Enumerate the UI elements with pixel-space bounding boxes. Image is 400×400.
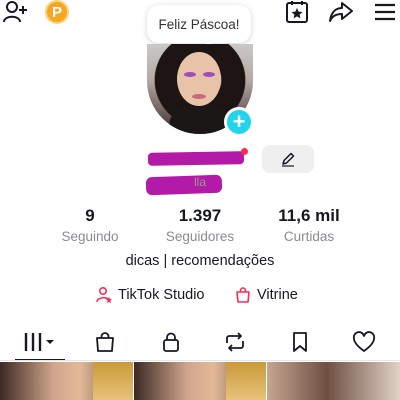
- likes-label: Curtidas: [283, 229, 335, 244]
- tab-liked[interactable]: [339, 326, 389, 358]
- heart-icon: [352, 331, 376, 352]
- profile-stats: 9 Seguindo 1.397 Seguidores 11,6 mil Cur…: [0, 206, 400, 244]
- video-thumbnail[interactable]: [267, 362, 400, 400]
- tiktok-studio-label: TikTok Studio: [118, 287, 205, 303]
- repost-icon: [226, 332, 244, 352]
- likes-count: 11,6 mil: [278, 206, 340, 225]
- tab-shop[interactable]: [80, 326, 130, 358]
- following-stat[interactable]: 9 Seguindo: [35, 206, 145, 244]
- pencil-icon: [282, 152, 295, 167]
- studio-person-icon: [96, 286, 112, 303]
- add-story-button[interactable]: +: [224, 107, 254, 137]
- video-grid: [0, 362, 400, 400]
- username-fragment: lla: [194, 175, 207, 189]
- tab-saved[interactable]: [275, 326, 325, 358]
- following-count: 9: [85, 206, 95, 225]
- notification-dot: [241, 148, 248, 155]
- videos-grid-icon: [24, 333, 54, 351]
- tab-private[interactable]: [146, 326, 196, 358]
- video-thumbnail[interactable]: [0, 362, 133, 400]
- profile-bio: dicas | recomendações: [125, 253, 275, 269]
- profile-links: TikTok Studio Vitrine: [0, 286, 400, 308]
- video-thumbnail[interactable]: [134, 362, 266, 400]
- tiktok-studio-link[interactable]: TikTok Studio: [95, 286, 205, 304]
- display-name: [147, 148, 248, 170]
- showcase-link[interactable]: Vitrine: [234, 286, 298, 304]
- add-user-icon[interactable]: [2, 0, 30, 24]
- shop-bag-icon: [236, 287, 250, 303]
- bookmark-icon: [293, 332, 307, 352]
- followers-stat[interactable]: 1.397 Seguidores: [145, 206, 255, 244]
- showcase-label: Vitrine: [257, 287, 298, 303]
- followers-count: 1.397: [178, 206, 222, 225]
- edit-profile-button[interactable]: [262, 145, 314, 173]
- lock-icon: [163, 332, 179, 352]
- menu-icon[interactable]: [372, 0, 398, 24]
- username-redaction: [145, 174, 223, 196]
- note-bubble[interactable]: Feliz Páscoa!: [147, 5, 251, 43]
- following-label: Seguindo: [61, 229, 119, 244]
- profile-tabs: [0, 326, 400, 361]
- favorites-icon[interactable]: [284, 0, 310, 24]
- coin-icon[interactable]: P: [45, 0, 69, 24]
- shop-bag-icon: [96, 332, 114, 352]
- share-icon[interactable]: [328, 0, 354, 24]
- tab-videos[interactable]: [15, 326, 65, 358]
- name-redaction: [147, 151, 245, 166]
- username: lla: [145, 174, 252, 196]
- followers-label: Seguidores: [165, 229, 235, 244]
- tabs-divider: [0, 360, 400, 361]
- tab-reposts[interactable]: [210, 326, 260, 358]
- likes-stat[interactable]: 11,6 mil Curtidas: [254, 206, 364, 244]
